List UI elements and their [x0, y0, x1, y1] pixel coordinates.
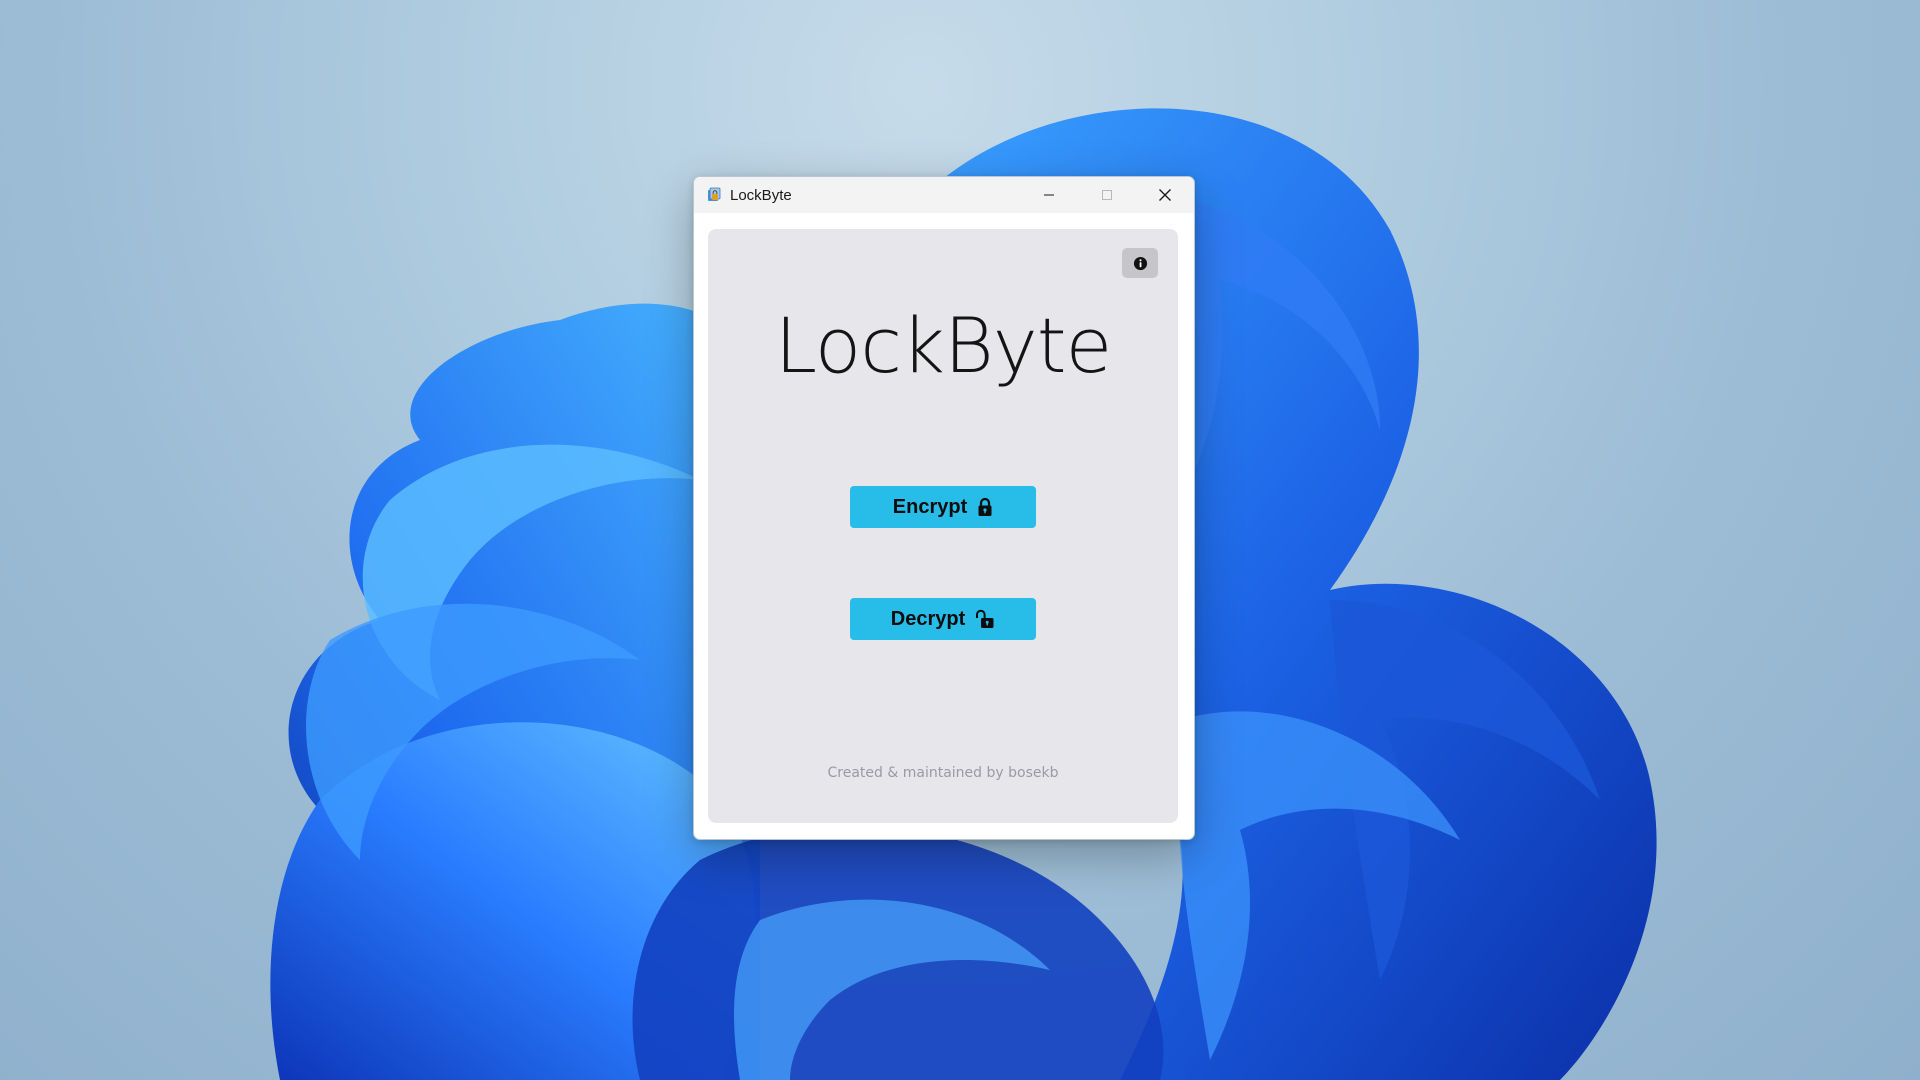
info-icon: [1133, 256, 1147, 270]
lock-open-icon: [976, 609, 994, 628]
info-button[interactable]: [1122, 248, 1158, 278]
encrypt-button-label: Encrypt: [892, 495, 968, 518]
app-title: LockByte: [774, 301, 1113, 390]
decrypt-button[interactable]: Decrypt: [850, 598, 1036, 640]
close-icon: [1159, 189, 1171, 201]
close-button[interactable]: [1136, 177, 1194, 213]
maximize-button[interactable]: [1078, 177, 1136, 213]
main-panel: LockByte Encrypt Decrypt Created & maint…: [708, 229, 1178, 823]
caption-buttons: [1020, 177, 1194, 213]
minimize-icon: [1044, 194, 1054, 196]
lockbyte-window: LockByte LockByte Encrypt Decrypt Create…: [693, 176, 1195, 840]
minimize-button[interactable]: [1020, 177, 1078, 213]
title-bar[interactable]: LockByte: [694, 177, 1194, 213]
lock-closed-icon: [978, 497, 992, 516]
lockbyte-app-icon: [706, 187, 722, 203]
footer-credit: Created & maintained by bosekb: [827, 765, 1059, 781]
decrypt-button-label: Decrypt: [890, 607, 966, 630]
maximize-icon: [1102, 190, 1112, 200]
window-title: LockByte: [730, 186, 792, 204]
encrypt-button[interactable]: Encrypt: [850, 486, 1036, 528]
